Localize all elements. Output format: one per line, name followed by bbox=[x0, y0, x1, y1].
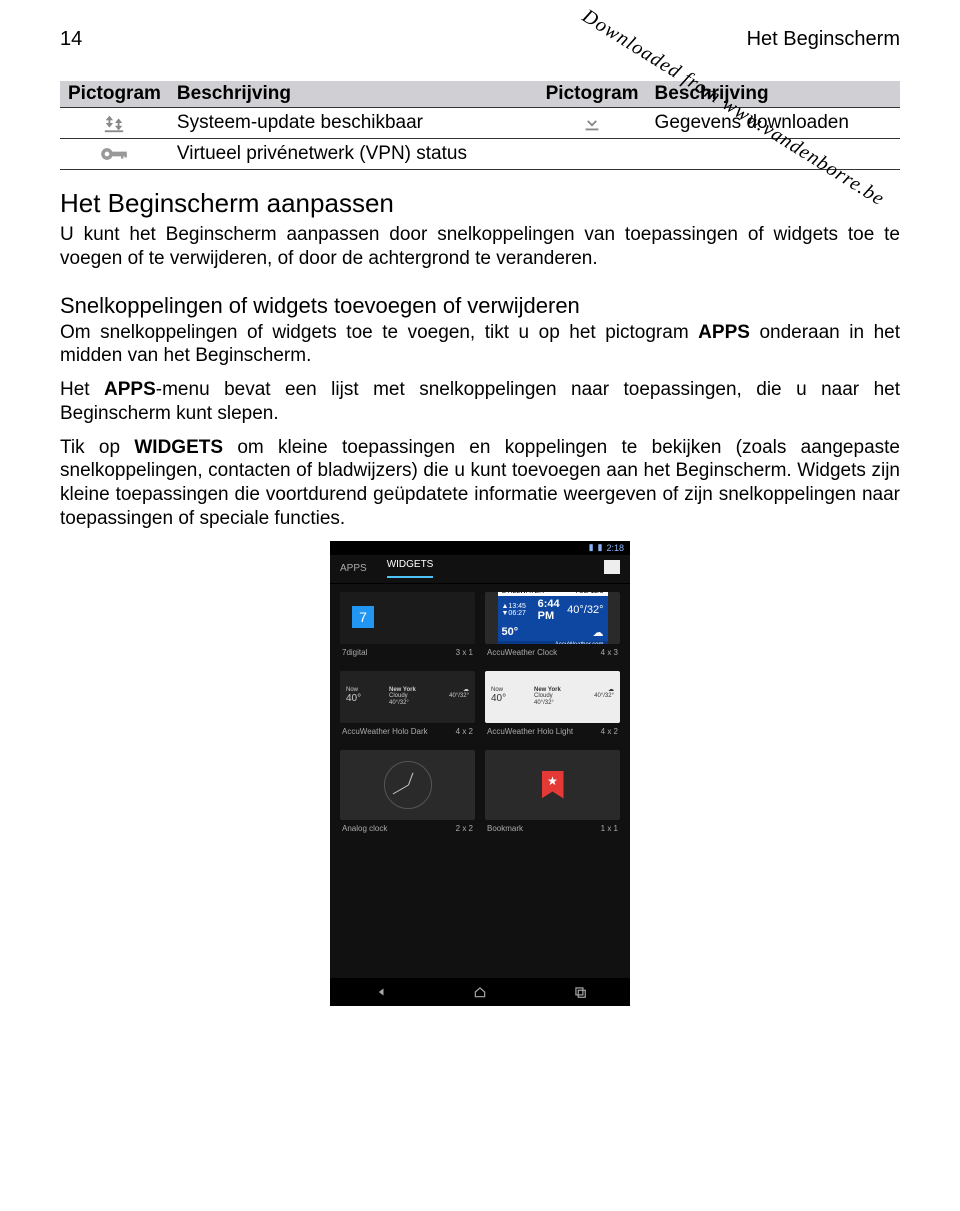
status-time: 2:18 bbox=[606, 543, 624, 553]
widget-grid: 7 7digital3 x 1 STILLWATERTUE 11/8 ▲13:4… bbox=[330, 584, 630, 855]
phone-screenshot: ▮ ▮ 2:18 APPS WIDGETS 7 7digital3 x 1 ST… bbox=[330, 541, 630, 1006]
th-description-1: Beschrijving bbox=[169, 81, 538, 108]
page-title: Het Beginscherm bbox=[747, 28, 900, 51]
status-bar: ▮ ▮ 2:18 bbox=[330, 541, 630, 555]
widget-accuweather-dark[interactable]: Now40° New YorkCloudy40°/32° ☁40°/32° Ac… bbox=[340, 671, 475, 746]
section2-p1: Om snelkoppelingen of widgets toe te voe… bbox=[60, 321, 900, 369]
nav-bar bbox=[330, 978, 630, 1006]
download-icon bbox=[538, 108, 647, 139]
widget-analog-clock[interactable]: Analog clock2 x 2 bbox=[340, 750, 475, 843]
widget-accuweather-light[interactable]: Now40° New YorkCloudy40°/32° ☁40°/32° Ac… bbox=[485, 671, 620, 746]
vpn-key-icon bbox=[60, 139, 169, 170]
bookmark-icon: ★ bbox=[542, 771, 564, 799]
clock-icon bbox=[384, 761, 432, 809]
home-icon[interactable] bbox=[471, 985, 489, 999]
page-number: 14 bbox=[60, 28, 82, 51]
th-pictogram-2: Pictogram bbox=[538, 81, 647, 108]
th-pictogram-1: Pictogram bbox=[60, 81, 169, 108]
shop-icon[interactable] bbox=[604, 560, 620, 574]
widget-7digital[interactable]: 7 7digital3 x 1 bbox=[340, 592, 475, 667]
back-icon[interactable] bbox=[371, 985, 389, 999]
section2-p2: Het APPS-menu bevat een lijst met snelko… bbox=[60, 378, 900, 426]
section1-body: U kunt het Beginscherm aanpassen door sn… bbox=[60, 223, 900, 271]
row2-desc1: Virtueel privénetwerk (VPN) status bbox=[169, 139, 538, 170]
tab-bar: APPS WIDGETS bbox=[330, 555, 630, 584]
tab-widgets[interactable]: WIDGETS bbox=[387, 559, 434, 578]
recent-icon[interactable] bbox=[571, 985, 589, 999]
signal-icon: ▮ bbox=[589, 542, 594, 553]
section2-p3: Tik op WIDGETS om kleine toepassingen en… bbox=[60, 436, 900, 531]
system-update-icon bbox=[60, 108, 169, 139]
widget-accuweather-clock[interactable]: STILLWATERTUE 11/8 ▲13:45 ▼06:27 6:44 PM… bbox=[485, 592, 620, 667]
widget-bookmark[interactable]: ★ Bookmark1 x 1 bbox=[485, 750, 620, 843]
row1-desc1: Systeem-update beschikbaar bbox=[169, 108, 538, 139]
tab-apps[interactable]: APPS bbox=[340, 563, 367, 574]
section-title-customize: Het Beginscherm aanpassen bbox=[60, 188, 900, 219]
battery-icon: ▮ bbox=[598, 542, 603, 553]
page-header: 14 Het Beginscherm bbox=[60, 28, 900, 51]
document-page: Downloaded from www.vandenborre.be 14 He… bbox=[0, 0, 960, 1211]
section-title-shortcuts: Snelkoppelingen of widgets toevoegen of … bbox=[60, 293, 900, 319]
